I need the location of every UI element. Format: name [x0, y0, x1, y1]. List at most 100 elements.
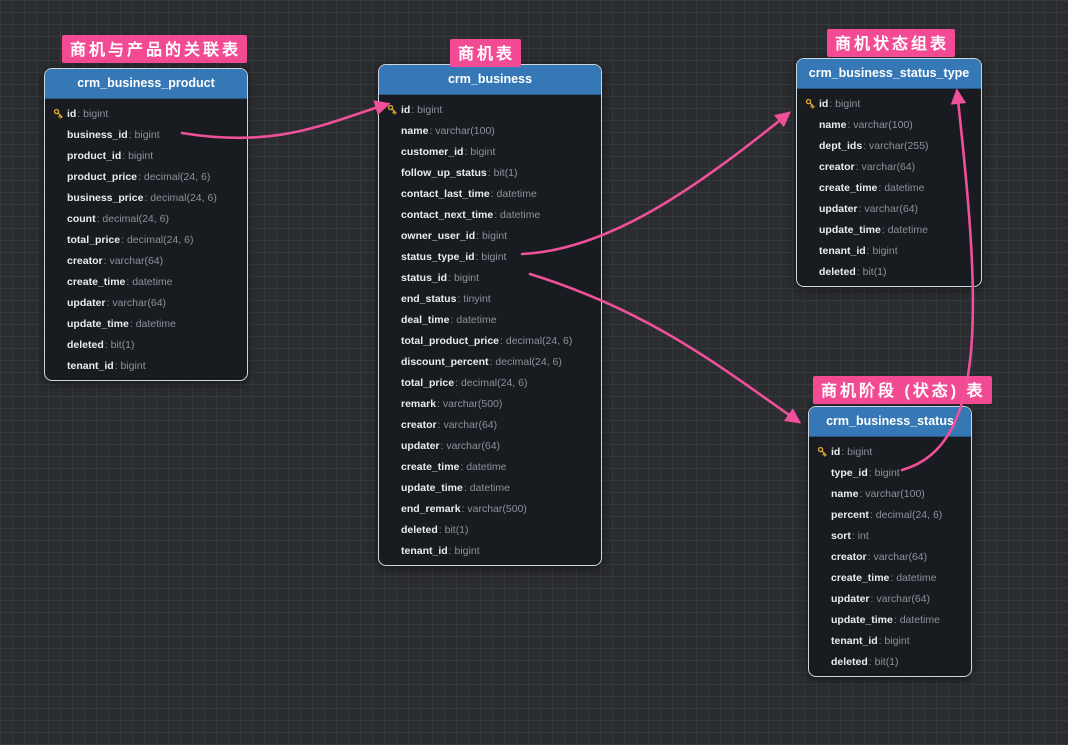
field-row-create_time[interactable]: create_time: datetime [45, 271, 247, 292]
field-type: : varchar(500) [437, 398, 502, 410]
field-type: : varchar(64) [868, 551, 928, 563]
table-crm_business_status_type[interactable]: crm_business_status_typeid: bigintname: … [796, 58, 982, 287]
field-row-remark[interactable]: remark: varchar(500) [379, 393, 601, 414]
field-row-tenant_id[interactable]: tenant_id: bigint [379, 540, 601, 561]
field-row-business_price[interactable]: business_price: decimal(24, 6) [45, 187, 247, 208]
field-row-deleted[interactable]: deleted: bit(1) [797, 261, 981, 282]
table-field-list: id: bigintname: varchar(100)customer_id:… [379, 95, 601, 565]
field-row-deleted[interactable]: deleted: bit(1) [45, 334, 247, 355]
table-field-list: id: bigintbusiness_id: bigintproduct_id:… [45, 99, 247, 380]
field-row-create_time[interactable]: create_time: datetime [379, 456, 601, 477]
field-type: : bigint [464, 146, 495, 158]
table-title-crm_business_product[interactable]: crm_business_product [45, 69, 247, 99]
field-row-product_id[interactable]: product_id: bigint [45, 145, 247, 166]
field-name: deleted [819, 266, 856, 278]
field-row-name[interactable]: name: varchar(100) [809, 483, 971, 504]
field-row-status_type_id[interactable]: status_type_id: bigint [379, 246, 601, 267]
field-row-contact_next_time[interactable]: contact_next_time: datetime [379, 204, 601, 225]
field-row-id[interactable]: id: bigint [45, 103, 247, 124]
field-row-total_price[interactable]: total_price: decimal(24, 6) [45, 229, 247, 250]
field-row-discount_percent[interactable]: discount_percent: decimal(24, 6) [379, 351, 601, 372]
table-title-crm_business_status[interactable]: crm_business_status [809, 407, 971, 437]
field-type: : varchar(64) [859, 203, 919, 215]
field-type: : decimal(24, 6) [455, 377, 527, 389]
field-row-product_price[interactable]: product_price: decimal(24, 6) [45, 166, 247, 187]
field-row-customer_id[interactable]: customer_id: bigint [379, 141, 601, 162]
table-title-crm_business[interactable]: crm_business [379, 65, 601, 95]
annotation-label-2[interactable]: 商机状态组表 [827, 29, 955, 57]
field-row-name[interactable]: name: varchar(100) [379, 120, 601, 141]
field-row-tenant_id[interactable]: tenant_id: bigint [45, 355, 247, 376]
field-row-total_price[interactable]: total_price: decimal(24, 6) [379, 372, 601, 393]
field-row-tenant_id[interactable]: tenant_id: bigint [809, 630, 971, 651]
field-name: type_id [831, 467, 868, 479]
table-field-list: id: bigintname: varchar(100)dept_ids: va… [797, 89, 981, 286]
annotation-label-0[interactable]: 商机与产品的关联表 [62, 35, 247, 63]
field-name: create_time [67, 276, 125, 288]
field-row-owner_user_id[interactable]: owner_user_id: bigint [379, 225, 601, 246]
field-row-status_id[interactable]: status_id: bigint [379, 267, 601, 288]
field-name: percent [831, 509, 869, 521]
field-row-updater[interactable]: updater: varchar(64) [379, 435, 601, 456]
field-row-creator[interactable]: creator: varchar(64) [45, 250, 247, 271]
field-name: deleted [401, 524, 438, 536]
field-row-update_time[interactable]: update_time: datetime [797, 219, 981, 240]
table-crm_business_product[interactable]: crm_business_productid: bigintbusiness_i… [44, 68, 248, 381]
field-name: sort [831, 530, 851, 542]
field-row-update_time[interactable]: update_time: datetime [379, 477, 601, 498]
field-row-total_product_price[interactable]: total_product_price: decimal(24, 6) [379, 330, 601, 351]
field-name: discount_percent [401, 356, 489, 368]
diagram-canvas[interactable]: crm_business_productid: bigintbusiness_i… [0, 0, 1068, 745]
field-name: owner_user_id [401, 230, 475, 242]
field-row-update_time[interactable]: update_time: datetime [45, 313, 247, 334]
field-row-tenant_id[interactable]: tenant_id: bigint [797, 240, 981, 261]
field-row-percent[interactable]: percent: decimal(24, 6) [809, 504, 971, 525]
field-type: : bigint [829, 98, 860, 110]
field-row-follow_up_status[interactable]: follow_up_status: bit(1) [379, 162, 601, 183]
field-row-id[interactable]: id: bigint [809, 441, 971, 462]
field-row-deleted[interactable]: deleted: bit(1) [809, 651, 971, 672]
field-type: : datetime [894, 614, 940, 626]
field-row-creator[interactable]: creator: varchar(64) [797, 156, 981, 177]
field-row-creator[interactable]: creator: varchar(64) [809, 546, 971, 567]
field-row-updater[interactable]: updater: varchar(64) [809, 588, 971, 609]
field-row-update_time[interactable]: update_time: datetime [809, 609, 971, 630]
table-crm_business[interactable]: crm_businessid: bigintname: varchar(100)… [378, 64, 602, 566]
field-name: name [831, 488, 858, 500]
field-row-deleted[interactable]: deleted: bit(1) [379, 519, 601, 540]
field-row-create_time[interactable]: create_time: datetime [809, 567, 971, 588]
table-field-list: id: biginttype_id: bigintname: varchar(1… [809, 437, 971, 676]
field-row-end_remark[interactable]: end_remark: varchar(500) [379, 498, 601, 519]
field-row-creator[interactable]: creator: varchar(64) [379, 414, 601, 435]
field-name: business_price [67, 192, 143, 204]
field-type: : varchar(255) [863, 140, 928, 152]
primary-key-icon [804, 97, 819, 110]
field-name: update_time [831, 614, 893, 626]
annotation-label-1[interactable]: 商机表 [450, 39, 521, 67]
field-row-business_id[interactable]: business_id: bigint [45, 124, 247, 145]
field-row-dept_ids[interactable]: dept_ids: varchar(255) [797, 135, 981, 156]
field-row-create_time[interactable]: create_time: datetime [797, 177, 981, 198]
field-name: name [401, 125, 428, 137]
field-row-contact_last_time[interactable]: contact_last_time: datetime [379, 183, 601, 204]
field-name: business_id [67, 129, 128, 141]
field-row-id[interactable]: id: bigint [379, 99, 601, 120]
field-name: tenant_id [831, 635, 878, 647]
field-type: : decimal(24, 6) [500, 335, 572, 347]
field-name: create_time [831, 572, 889, 584]
field-row-id[interactable]: id: bigint [797, 93, 981, 114]
field-row-type_id[interactable]: type_id: bigint [809, 462, 971, 483]
table-crm_business_status[interactable]: crm_business_statusid: biginttype_id: bi… [808, 406, 972, 677]
field-row-deal_time[interactable]: deal_time: datetime [379, 309, 601, 330]
table-title-crm_business_status_type[interactable]: crm_business_status_type [797, 59, 981, 89]
field-name: contact_last_time [401, 188, 490, 200]
field-row-updater[interactable]: updater: varchar(64) [797, 198, 981, 219]
field-type: : bit(1) [857, 266, 887, 278]
field-type: : tinyint [457, 293, 490, 305]
field-row-count[interactable]: count: decimal(24, 6) [45, 208, 247, 229]
field-row-sort[interactable]: sort: int [809, 525, 971, 546]
field-row-name[interactable]: name: varchar(100) [797, 114, 981, 135]
field-row-end_status[interactable]: end_status: tinyint [379, 288, 601, 309]
field-name: id [401, 104, 410, 116]
field-row-updater[interactable]: updater: varchar(64) [45, 292, 247, 313]
